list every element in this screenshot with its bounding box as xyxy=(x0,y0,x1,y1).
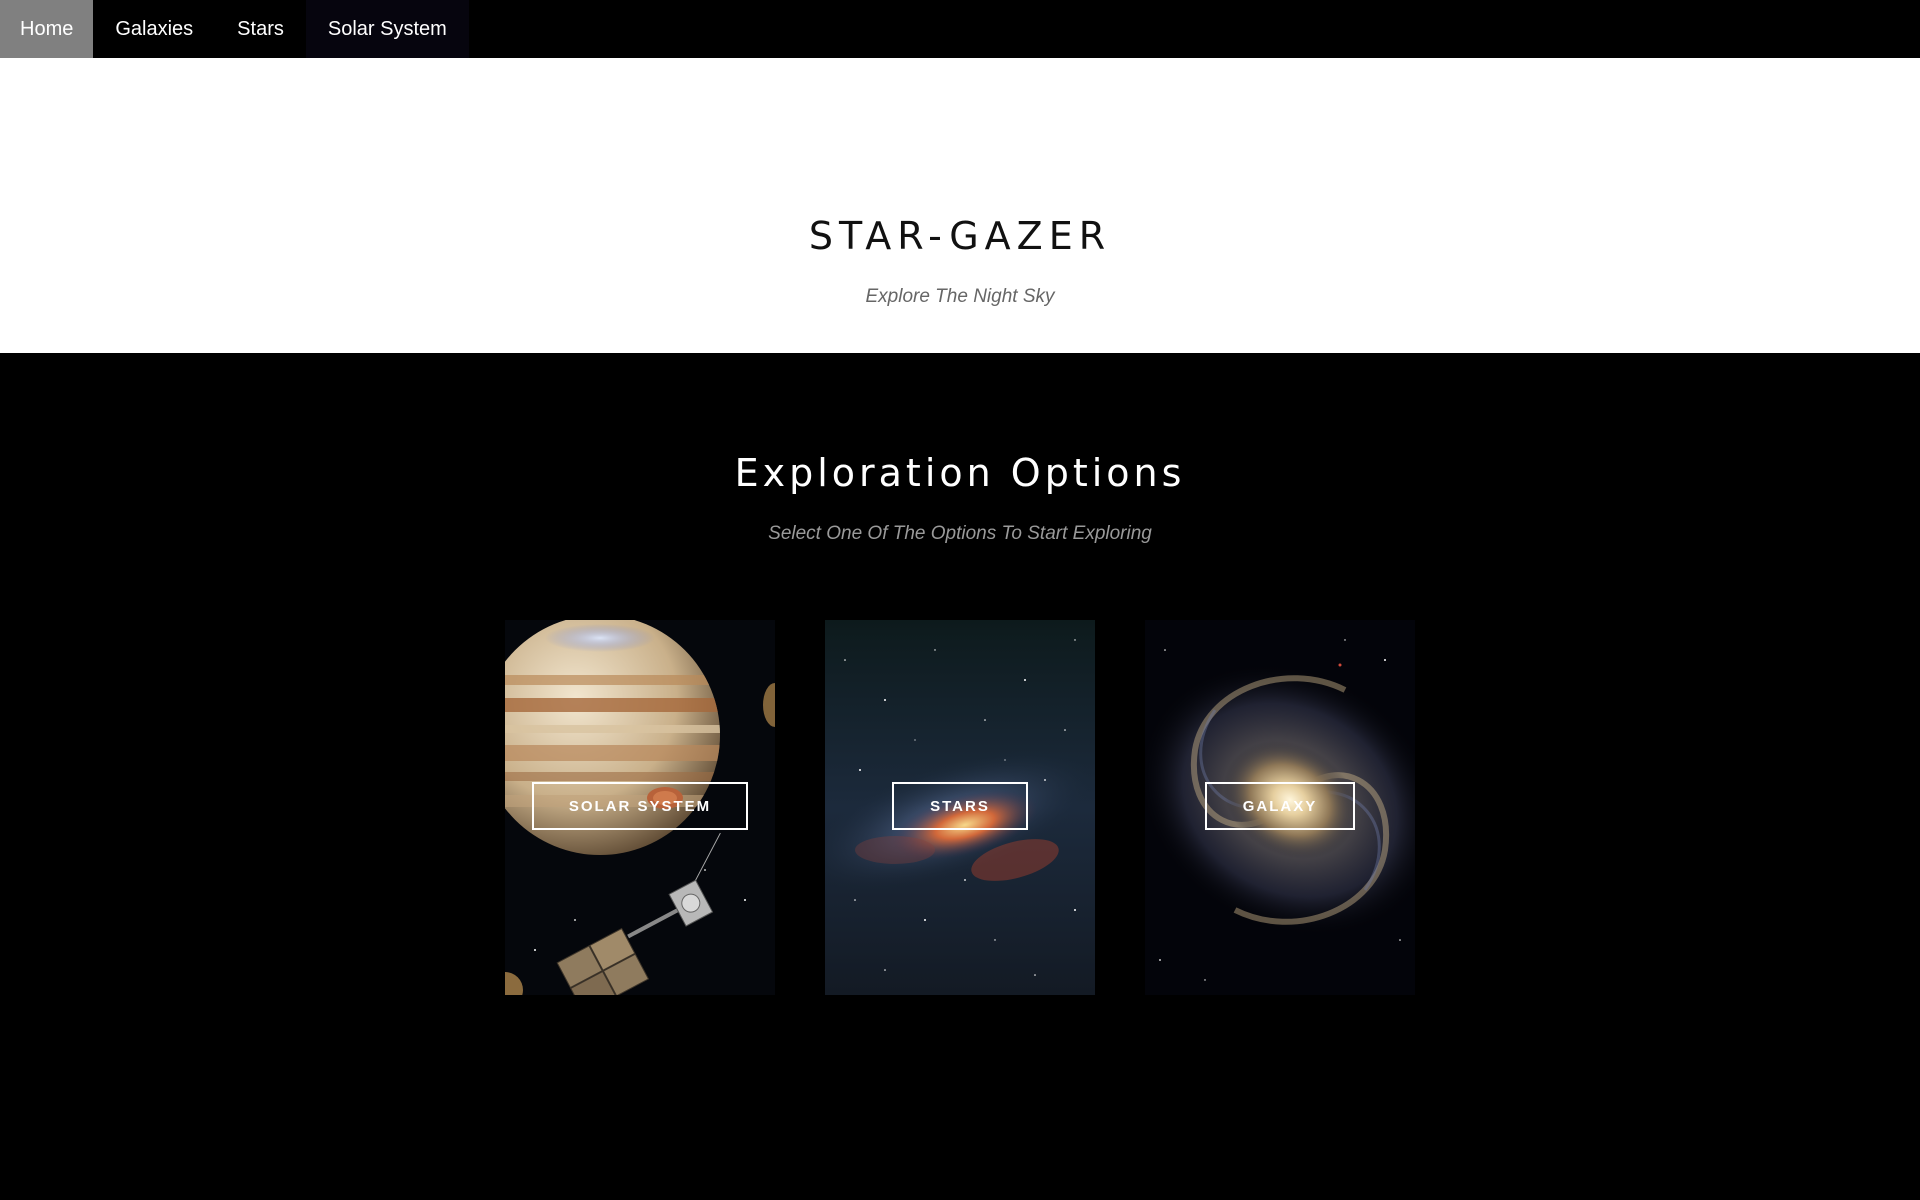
exploration-section: Exploration Options Select One Of The Op… xyxy=(0,353,1920,1200)
galaxy-card[interactable]: GALAXY xyxy=(1145,620,1415,995)
solar-system-card[interactable]: SOLAR SYSTEM xyxy=(505,620,775,995)
nav-solar-system[interactable]: Solar System xyxy=(305,0,469,58)
nav-home[interactable]: Home xyxy=(0,0,94,58)
stars-button[interactable]: STARS xyxy=(892,782,1028,830)
stars-card[interactable]: STARS xyxy=(825,620,1095,995)
top-navbar: Home Galaxies Stars Solar System xyxy=(0,0,1920,58)
galaxy-button[interactable]: GALAXY xyxy=(1205,782,1355,830)
section-heading: Exploration Options xyxy=(734,451,1186,495)
hero-banner: STAR-GAZER Explore The Night Sky xyxy=(0,58,1920,353)
site-tagline: Explore The Night Sky xyxy=(865,286,1055,307)
nav-galaxies[interactable]: Galaxies xyxy=(93,0,215,58)
solar-system-button[interactable]: SOLAR SYSTEM xyxy=(532,782,748,830)
site-title: STAR-GAZER xyxy=(808,214,1112,258)
nav-stars[interactable]: Stars xyxy=(215,0,306,58)
section-subheading: Select One Of The Options To Start Explo… xyxy=(768,523,1152,544)
